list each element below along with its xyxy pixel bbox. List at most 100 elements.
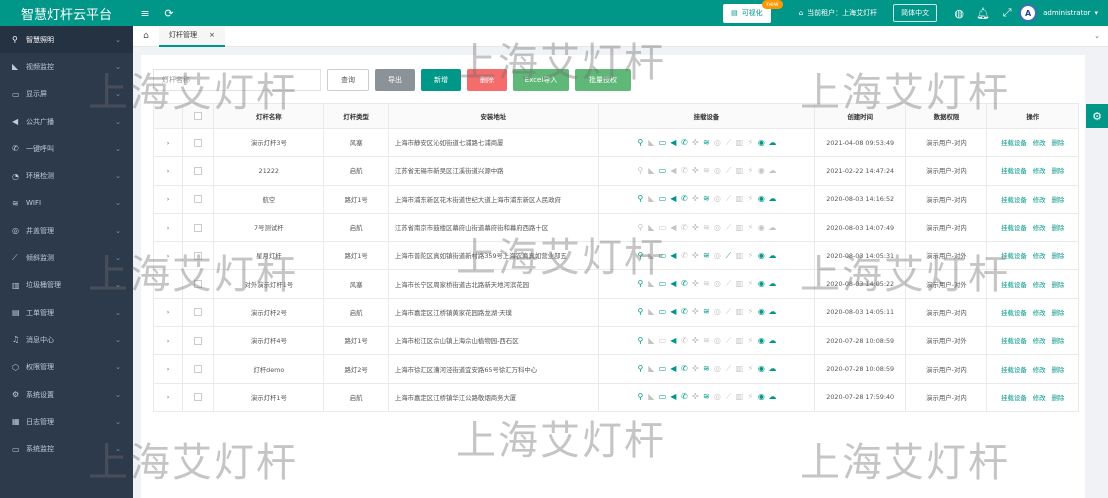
delete-link[interactable]: 删除 bbox=[1052, 139, 1065, 147]
phone-icon[interactable]: ✆ bbox=[679, 307, 690, 316]
phone-icon[interactable]: ✆ bbox=[679, 251, 690, 260]
mount-device-link[interactable]: 挂载设备 bbox=[1001, 139, 1027, 147]
camera-icon[interactable]: ◣ bbox=[646, 307, 657, 316]
edit-link[interactable]: 修改 bbox=[1033, 167, 1046, 175]
sensor-icon[interactable]: ✜ bbox=[690, 392, 701, 401]
tilt-icon[interactable]: ⟋ bbox=[723, 307, 734, 317]
delete-button[interactable]: 删除 bbox=[467, 69, 507, 91]
row-checkbox-cell[interactable] bbox=[182, 382, 215, 412]
lamp-icon[interactable]: ⚲ bbox=[635, 166, 646, 175]
table-row[interactable]: › 星月灯杆 路灯1号 上海市普陀区真如镇街道新村路359号上海农商真如营业部五 ⚲ ◣ ▭… bbox=[152, 241, 1079, 271]
expand-cell[interactable]: › bbox=[152, 382, 184, 412]
broadcast-icon[interactable]: ◀ bbox=[668, 166, 679, 175]
manhole-icon[interactable]: ◎ bbox=[712, 307, 723, 316]
screen-icon[interactable]: ▭ bbox=[657, 279, 668, 288]
delete-link[interactable]: 删除 bbox=[1052, 366, 1065, 374]
expand-cell[interactable]: › bbox=[152, 326, 184, 356]
screen-icon[interactable]: ▭ bbox=[657, 336, 668, 345]
sidebar-item[interactable]: ▤ 工单管理 ⌄ bbox=[0, 299, 133, 326]
charger-icon[interactable]: ⚡ bbox=[745, 194, 756, 203]
delete-link[interactable]: 删除 bbox=[1052, 394, 1065, 402]
select-all-checkbox[interactable] bbox=[182, 103, 215, 129]
manhole-icon[interactable]: ◎ bbox=[712, 336, 723, 345]
checkbox[interactable] bbox=[194, 166, 203, 175]
checkbox[interactable] bbox=[194, 223, 203, 232]
chevron-right-icon[interactable]: › bbox=[167, 195, 170, 203]
tilt-icon[interactable]: ⟋ bbox=[723, 251, 734, 261]
lamp-icon[interactable]: ⚲ bbox=[635, 336, 646, 345]
tilt-icon[interactable]: ⟋ bbox=[723, 194, 734, 204]
trash-icon[interactable]: ▥ bbox=[734, 307, 745, 316]
radar-icon[interactable]: ◉ bbox=[756, 336, 767, 345]
delete-link[interactable]: 删除 bbox=[1052, 309, 1065, 317]
delete-link[interactable]: 删除 bbox=[1052, 196, 1065, 204]
edit-link[interactable]: 修改 bbox=[1033, 196, 1046, 204]
table-row[interactable]: › 对外演示灯杆1号 风塞 上海市长宁区周家桥街道古北路新天地河滨花园 ⚲ ◣ ▭ ◀ ✆ ✜ ≋ ◎… bbox=[152, 269, 1079, 299]
mount-device-link[interactable]: 挂载设备 bbox=[1001, 366, 1027, 374]
user-menu[interactable]: administrator ▾ bbox=[1043, 9, 1098, 17]
manhole-icon[interactable]: ◎ bbox=[712, 364, 723, 373]
charger-icon[interactable]: ⚡ bbox=[745, 223, 756, 232]
screen-icon[interactable]: ▭ bbox=[657, 138, 668, 147]
tab-lamp-management[interactable]: 灯杆管理 × bbox=[159, 25, 225, 47]
fullscreen-icon[interactable]: ⤢ bbox=[995, 6, 1019, 20]
broadcast-icon[interactable]: ◀ bbox=[668, 279, 679, 288]
phone-icon[interactable]: ✆ bbox=[679, 166, 690, 175]
radar-icon[interactable]: ◉ bbox=[756, 392, 767, 401]
sidebar-item[interactable]: ⚙ 系统设置 ⌄ bbox=[0, 381, 133, 408]
row-checkbox-cell[interactable] bbox=[182, 297, 215, 328]
broadcast-icon[interactable]: ◀ bbox=[668, 392, 679, 401]
expand-cell[interactable]: › bbox=[152, 297, 184, 328]
delete-link[interactable]: 删除 bbox=[1052, 281, 1065, 289]
cloud-icon[interactable]: ☁ bbox=[767, 336, 778, 345]
tilt-icon[interactable]: ⟋ bbox=[723, 336, 734, 346]
chevron-right-icon[interactable]: › bbox=[167, 337, 170, 345]
sensor-icon[interactable]: ✜ bbox=[690, 166, 701, 175]
row-checkbox-cell[interactable] bbox=[182, 354, 215, 384]
sidebar-item[interactable]: ♫ 消息中心 ⌄ bbox=[0, 326, 133, 353]
settings-float-button[interactable]: ⚙ bbox=[1086, 104, 1108, 128]
table-row[interactable]: › 航空 路灯1号 上海市浦东新区花木街道世纪大道上海市浦东新区人民政府 ⚲ ◣ ▭ ◀ ✆ ✜ ≋… bbox=[152, 184, 1079, 214]
wifi-icon[interactable]: ≋ bbox=[701, 364, 712, 373]
hamburger-icon[interactable]: ≡ bbox=[133, 7, 157, 20]
sensor-icon[interactable]: ✜ bbox=[690, 251, 701, 260]
charger-icon[interactable]: ⚡ bbox=[745, 336, 756, 345]
sidebar-item[interactable]: ⟋ 倾斜监测 ⌄ bbox=[0, 244, 133, 271]
charger-icon[interactable]: ⚡ bbox=[745, 279, 756, 288]
mount-device-link[interactable]: 挂载设备 bbox=[1001, 167, 1027, 175]
screen-icon[interactable]: ▭ bbox=[657, 223, 668, 232]
screen-icon[interactable]: ▭ bbox=[657, 364, 668, 373]
trash-icon[interactable]: ▥ bbox=[734, 279, 745, 288]
trash-icon[interactable]: ▥ bbox=[734, 223, 745, 232]
sensor-icon[interactable]: ✜ bbox=[690, 194, 701, 203]
radar-icon[interactable]: ◉ bbox=[756, 166, 767, 175]
checkbox[interactable] bbox=[194, 393, 203, 402]
manhole-icon[interactable]: ◎ bbox=[712, 392, 723, 401]
trash-icon[interactable]: ▥ bbox=[734, 336, 745, 345]
tilt-icon[interactable]: ⟋ bbox=[723, 138, 734, 148]
charger-icon[interactable]: ⚡ bbox=[745, 307, 756, 316]
camera-icon[interactable]: ◣ bbox=[646, 223, 657, 232]
expand-cell[interactable]: › bbox=[152, 156, 184, 186]
edit-link[interactable]: 修改 bbox=[1033, 224, 1046, 232]
trash-icon[interactable]: ▥ bbox=[734, 138, 745, 147]
checkbox[interactable] bbox=[194, 336, 203, 345]
cloud-icon[interactable]: ☁ bbox=[767, 279, 778, 288]
tilt-icon[interactable]: ⟋ bbox=[723, 166, 734, 176]
sensor-icon[interactable]: ✜ bbox=[690, 364, 701, 373]
lamp-icon[interactable]: ⚲ bbox=[635, 194, 646, 203]
broadcast-icon[interactable]: ◀ bbox=[668, 194, 679, 203]
sidebar-item[interactable]: ✆ 一键呼叫 ⌄ bbox=[0, 135, 133, 162]
phone-icon[interactable]: ✆ bbox=[679, 336, 690, 345]
table-row[interactable]: › 21222 启航 江苏省无锡市新吴区江溪街道兴源中路 ⚲ ◣ ▭ ◀ ✆ ✜ ≋ ◎ ⟋ ▥ ⚡ ◉ ☁ 20… bbox=[152, 156, 1079, 186]
sidebar-item[interactable]: ▭ 系统监控 ⌄ bbox=[0, 435, 133, 462]
screen-icon[interactable]: ▭ bbox=[657, 307, 668, 316]
camera-icon[interactable]: ◣ bbox=[646, 336, 657, 345]
row-checkbox-cell[interactable] bbox=[182, 156, 215, 186]
trash-icon[interactable]: ▥ bbox=[734, 166, 745, 175]
add-button[interactable]: 新增 bbox=[421, 69, 461, 91]
wifi-icon[interactable]: ≋ bbox=[701, 251, 712, 260]
camera-icon[interactable]: ◣ bbox=[646, 364, 657, 373]
manhole-icon[interactable]: ◎ bbox=[712, 279, 723, 288]
sidebar-item[interactable]: ◎ 井盖管理 ⌄ bbox=[0, 217, 133, 244]
